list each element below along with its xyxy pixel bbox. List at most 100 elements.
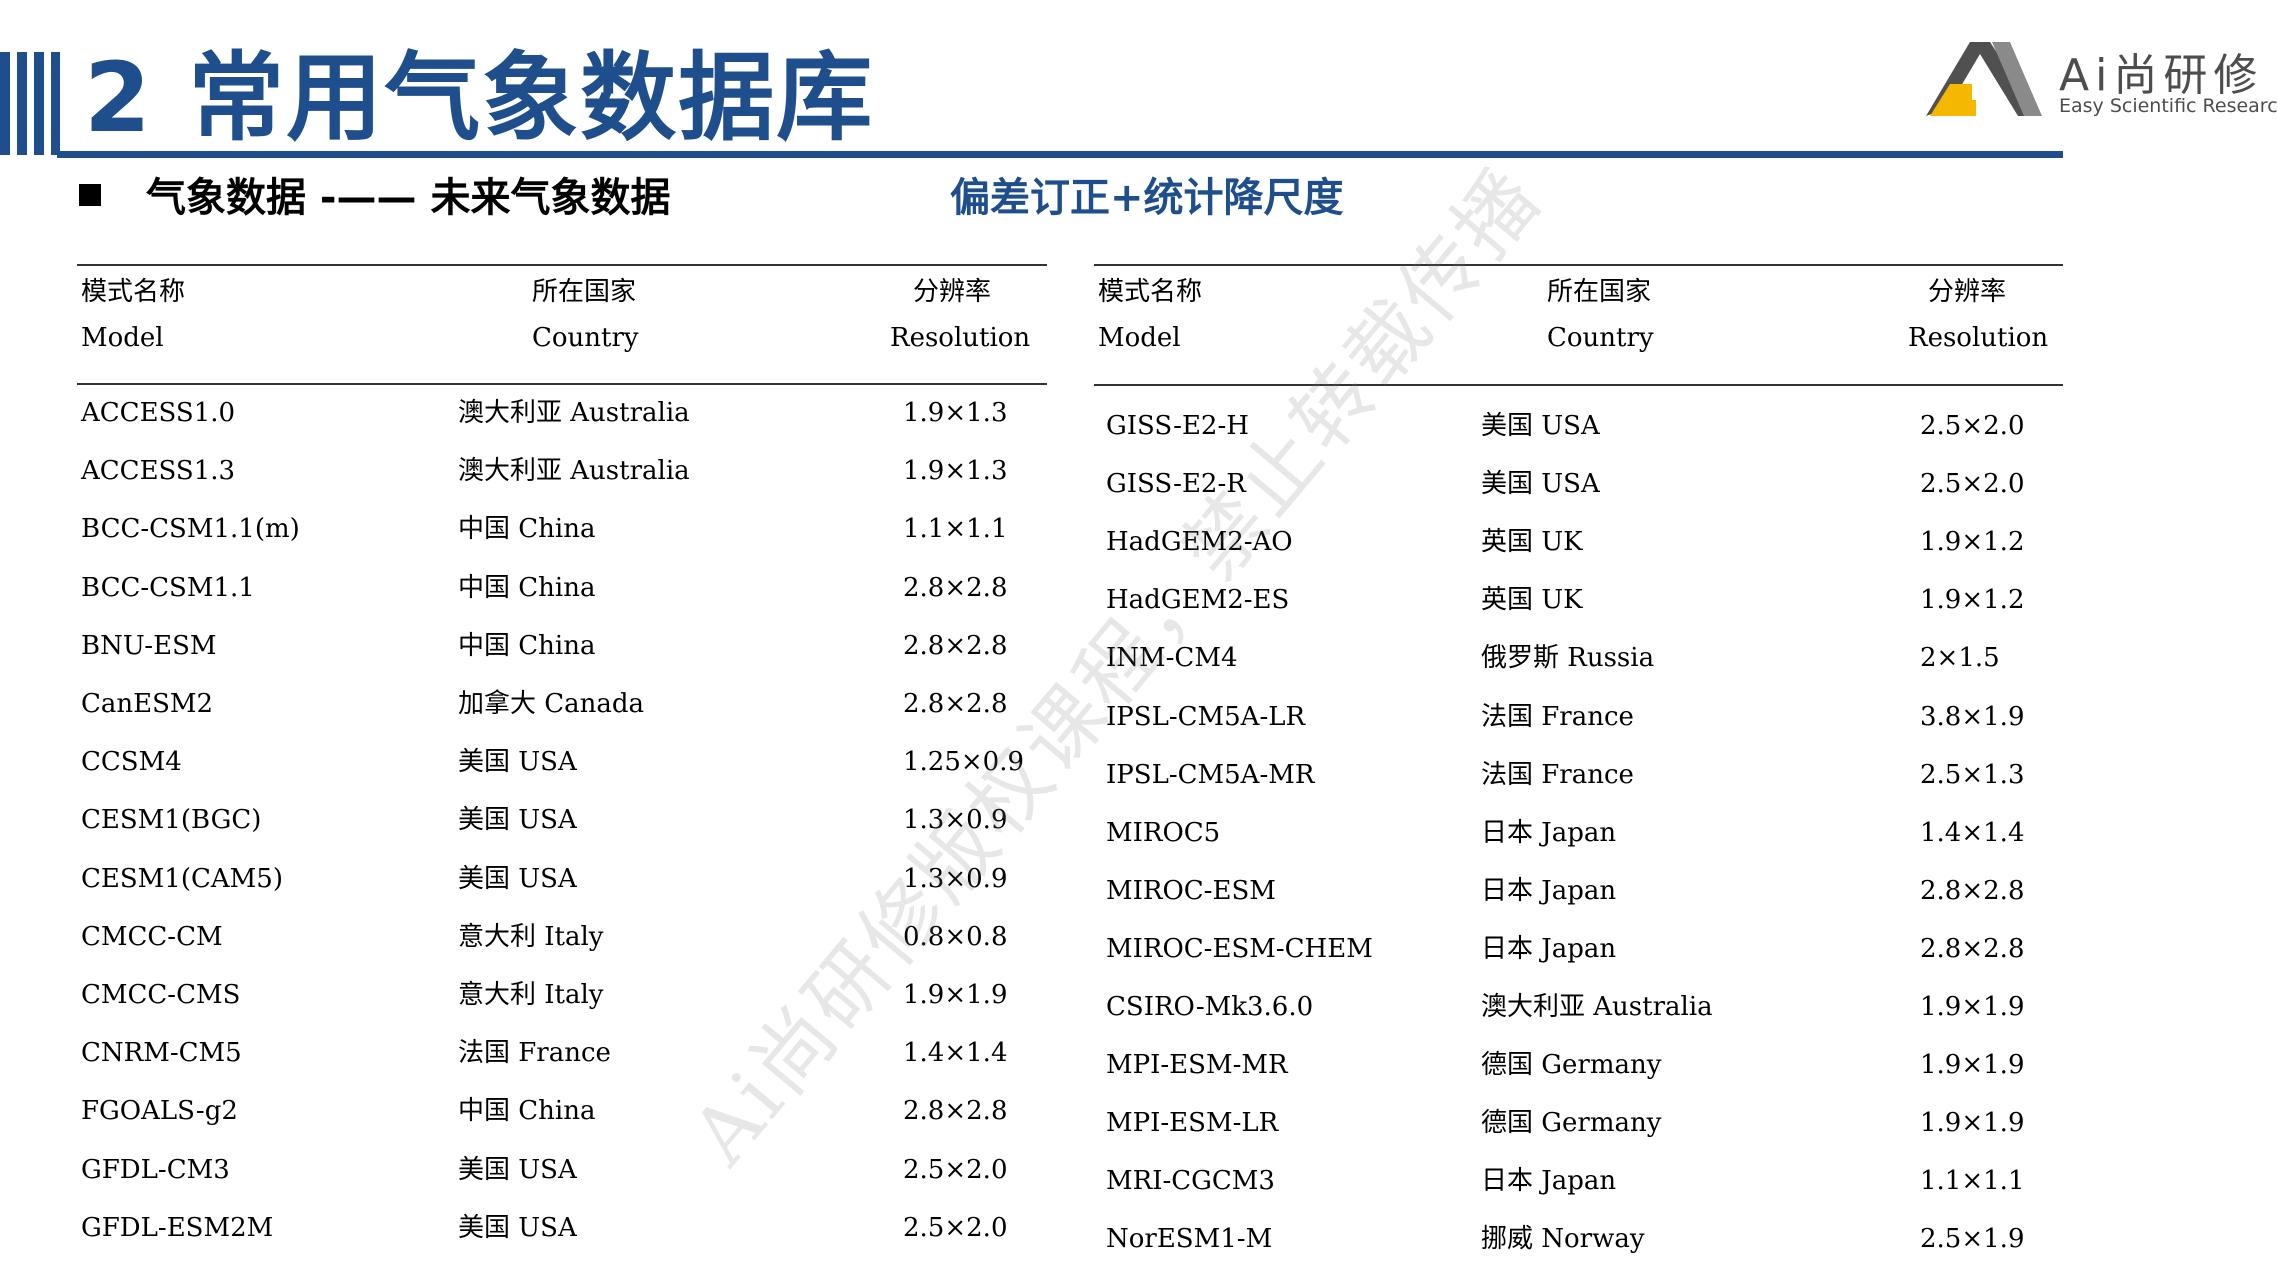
table-row: MIROC5 日本 Japan 1.4×1.4 bbox=[1094, 804, 2064, 862]
header-country-cn: 所在国家 bbox=[532, 277, 637, 307]
table-row: IPSL-CM5A-MR 法国 France 2.5×1.3 bbox=[1094, 746, 2064, 804]
model-cell: GFDL-ESM2M bbox=[81, 1212, 274, 1243]
model-cell: CMCC-CMS bbox=[81, 980, 241, 1010]
resolution-cell: 2.5×1.9 bbox=[1920, 1224, 2025, 1255]
country-cell: 美国 USA bbox=[458, 1154, 577, 1185]
country-cell: 日本 Japan bbox=[1481, 933, 1617, 964]
model-cell: CMCC-CM bbox=[81, 921, 223, 952]
title-bars-decoration bbox=[0, 52, 60, 155]
model-cell: CESM1(CAM5) bbox=[81, 863, 283, 894]
model-cell: GFDL-CM3 bbox=[81, 1154, 230, 1185]
country-cell: 日本 Japan bbox=[1481, 817, 1617, 848]
country-cell: 德国 Germany bbox=[1481, 1108, 1662, 1139]
table-row: CCSM4 美国 USA 1.25×0.9 bbox=[77, 733, 1047, 791]
country-cell: 中国 China bbox=[458, 514, 596, 545]
model-cell: CSIRO-Mk3.6.0 bbox=[1106, 992, 1314, 1022]
header-model-cn: 模式名称 bbox=[81, 277, 186, 307]
header-resolution-cn: 分辨率 bbox=[913, 277, 992, 307]
model-cell: MIROC-ESM-CHEM bbox=[1106, 933, 1373, 964]
table-top-rule bbox=[1094, 264, 2063, 266]
resolution-cell: 1.4×1.4 bbox=[903, 1038, 1008, 1069]
country-cell: 英国 UK bbox=[1481, 527, 1583, 558]
header-country-en: Country bbox=[532, 323, 639, 353]
country-cell: 美国 USA bbox=[458, 805, 577, 836]
resolution-cell: 2.8×2.8 bbox=[903, 1096, 1008, 1127]
model-cell: ACCESS1.0 bbox=[81, 398, 236, 428]
table-header-rule bbox=[1094, 384, 2063, 386]
header-model-en: Model bbox=[81, 323, 164, 353]
resolution-cell: 2.5×2.0 bbox=[1920, 469, 2025, 500]
model-cell: FGOALS-g2 bbox=[81, 1096, 238, 1127]
resolution-cell: 1.9×1.3 bbox=[903, 398, 1008, 428]
table-row: GISS-E2-H 美国 USA 2.5×2.0 bbox=[1094, 397, 2064, 455]
resolution-cell: 2.8×2.8 bbox=[1920, 933, 2025, 964]
resolution-cell: 1.9×1.3 bbox=[903, 456, 1008, 487]
table-row: BCC-CSM1.1 中国 China 2.8×2.8 bbox=[77, 559, 1047, 617]
resolution-cell: 2.5×2.0 bbox=[903, 1154, 1008, 1185]
table-row: GFDL-CM3 美国 USA 2.5×2.0 bbox=[77, 1141, 1047, 1199]
table-row: CNRM-CM5 法国 France 1.4×1.4 bbox=[77, 1024, 1047, 1082]
resolution-cell: 1.9×1.9 bbox=[903, 980, 1008, 1010]
model-cell: CanESM2 bbox=[81, 689, 214, 719]
header-country-en: Country bbox=[1547, 323, 1654, 353]
country-cell: 美国 USA bbox=[458, 1212, 577, 1243]
table-row: NorESM1-M 挪威 Norway 2.5×1.9 bbox=[1094, 1210, 2064, 1268]
resolution-cell: 1.1×1.1 bbox=[903, 514, 1008, 545]
country-cell: 英国 UK bbox=[1481, 585, 1583, 616]
resolution-cell: 2.8×2.8 bbox=[903, 572, 1008, 603]
header-resolution-en: Resolution bbox=[1908, 323, 2049, 353]
country-cell: 意大利 Italy bbox=[458, 921, 604, 952]
table-row: CanESM2 加拿大 Canada 2.8×2.8 bbox=[77, 675, 1047, 733]
table-row: FGOALS-g2 中国 China 2.8×2.8 bbox=[77, 1082, 1047, 1140]
resolution-cell: 2.8×2.8 bbox=[1920, 875, 2025, 906]
table-row: MPI-ESM-LR 德国 Germany 1.9×1.9 bbox=[1094, 1094, 2064, 1152]
country-cell: 法国 France bbox=[1481, 759, 1634, 790]
table-row: CESM1(BGC) 美国 USA 1.3×0.9 bbox=[77, 791, 1047, 849]
header-resolution-cn: 分辨率 bbox=[1928, 277, 2007, 307]
country-cell: 挪威 Norway bbox=[1481, 1224, 1645, 1255]
country-cell: 中国 China bbox=[458, 630, 596, 661]
model-cell: BCC-CSM1.1 bbox=[81, 572, 255, 603]
section-subtitle: 气象数据 -—— 未来气象数据 bbox=[146, 175, 671, 221]
model-cell: MRI-CGCM3 bbox=[1106, 1166, 1275, 1197]
left-model-table: 模式名称 Model 所在国家 Country 分辨率 Resolution A… bbox=[77, 264, 1047, 1244]
resolution-cell: 1.1×1.1 bbox=[1920, 1166, 2025, 1197]
model-cell: CNRM-CM5 bbox=[81, 1038, 242, 1069]
country-cell: 俄罗斯 Russia bbox=[1481, 643, 1655, 674]
table-row: BCC-CSM1.1(m) 中国 China 1.1×1.1 bbox=[77, 500, 1047, 558]
resolution-cell: 1.9×1.9 bbox=[1920, 992, 2025, 1022]
country-cell: 法国 France bbox=[458, 1038, 611, 1069]
country-cell: 加拿大 Canada bbox=[458, 689, 645, 719]
country-cell: 意大利 Italy bbox=[458, 980, 604, 1010]
resolution-cell: 2×1.5 bbox=[1920, 643, 2000, 674]
logo-mark-icon bbox=[1926, 42, 2042, 116]
model-cell: IPSL-CM5A-MR bbox=[1106, 759, 1315, 790]
table-row: IPSL-CM5A-LR 法国 France 3.8×1.9 bbox=[1094, 688, 2064, 746]
resolution-cell: 1.9×1.9 bbox=[1920, 1050, 2025, 1081]
header-country-cn: 所在国家 bbox=[1547, 277, 1652, 307]
table-row: CMCC-CM 意大利 Italy 0.8×0.8 bbox=[77, 908, 1047, 966]
table-row: CSIRO-Mk3.6.0 澳大利亚 Australia 1.9×1.9 bbox=[1094, 978, 2064, 1036]
header-resolution-en: Resolution bbox=[890, 323, 1031, 353]
model-cell: CCSM4 bbox=[81, 747, 182, 778]
resolution-cell: 2.8×2.8 bbox=[903, 689, 1008, 719]
right-model-table: 模式名称 Model 所在国家 Country 分辨率 Resolution G… bbox=[1094, 264, 2064, 1254]
resolution-cell: 1.25×0.9 bbox=[903, 747, 1025, 778]
country-cell: 澳大利亚 Australia bbox=[458, 456, 690, 487]
table-row: ACCESS1.0 澳大利亚 Australia 1.9×1.3 bbox=[77, 384, 1047, 442]
country-cell: 德国 Germany bbox=[1481, 1050, 1662, 1081]
table-row: CMCC-CMS 意大利 Italy 1.9×1.9 bbox=[77, 966, 1047, 1024]
model-cell: GISS-E2-H bbox=[1106, 411, 1249, 441]
model-cell: CESM1(BGC) bbox=[81, 805, 262, 836]
resolution-cell: 1.9×1.2 bbox=[1920, 527, 2025, 558]
resolution-cell: 0.8×0.8 bbox=[903, 921, 1008, 952]
country-cell: 美国 USA bbox=[1481, 469, 1600, 500]
resolution-cell: 3.8×1.9 bbox=[1920, 701, 2025, 732]
model-cell: IPSL-CM5A-LR bbox=[1106, 701, 1306, 732]
page-title: 2 常用气象数据库 bbox=[84, 42, 875, 154]
country-cell: 中国 China bbox=[458, 1096, 596, 1127]
resolution-cell: 1.4×1.4 bbox=[1920, 817, 2025, 848]
model-cell: HadGEM2-AO bbox=[1106, 527, 1293, 558]
table-row: MRI-CGCM3 日本 Japan 1.1×1.1 bbox=[1094, 1152, 2064, 1210]
table-row: MIROC-ESM-CHEM 日本 Japan 2.8×2.8 bbox=[1094, 920, 2064, 978]
